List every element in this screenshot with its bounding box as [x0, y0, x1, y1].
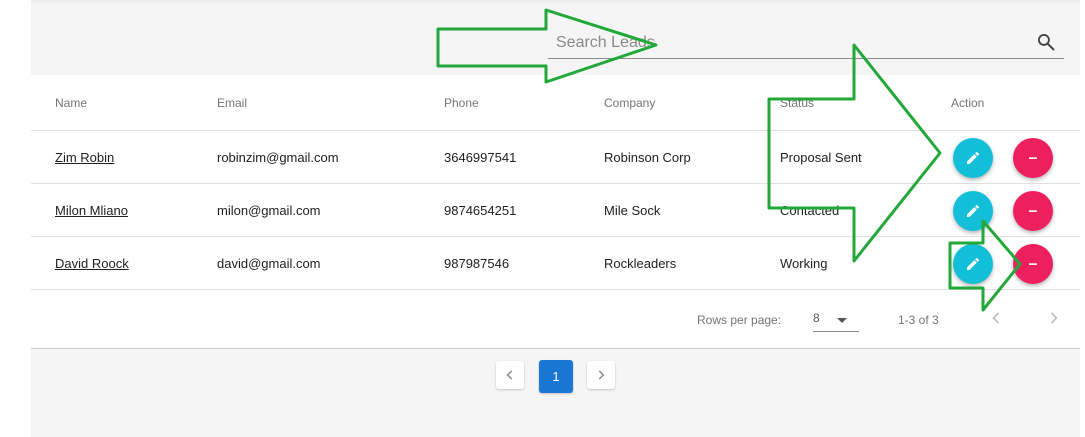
pagination-previous-button[interactable] [496, 361, 524, 389]
search-icon[interactable] [1036, 32, 1056, 52]
minus-icon [1029, 210, 1037, 212]
lead-phone: 987987546 [444, 256, 510, 271]
lead-phone: 9874654251 [444, 203, 517, 218]
column-header-status[interactable]: Status [780, 96, 814, 110]
search-input[interactable] [554, 30, 1018, 56]
previous-page-arrow-icon[interactable] [986, 308, 1006, 328]
lead-email: david@gmail.com [217, 256, 321, 271]
table-row: Zim Robin robinzim@gmail.com 3646997541 … [31, 131, 1080, 184]
pencil-icon [967, 151, 979, 164]
edit-button[interactable] [953, 244, 993, 284]
caret-down-icon [837, 318, 847, 323]
chevron-right-icon [598, 370, 605, 380]
lead-company: Rockleaders [604, 256, 677, 271]
column-header-email[interactable]: Email [217, 96, 247, 110]
rows-per-page-value: 8 [813, 311, 820, 325]
lead-name-link[interactable]: Milon Mliano [55, 203, 128, 218]
pagination-next-button[interactable] [587, 361, 615, 389]
left-sidebar-strip [0, 0, 32, 437]
search-bar [548, 24, 1064, 59]
table-row: David Roock david@gmail.com 987987546 Ro… [31, 237, 1080, 290]
edit-button[interactable] [953, 191, 993, 231]
delete-button[interactable] [1013, 138, 1053, 178]
table-row: Milon Mliano milon@gmail.com 9874654251 … [31, 184, 1080, 237]
rows-per-page-select[interactable]: 8 [813, 309, 859, 332]
page-range-text: 1-3 of 3 [898, 313, 939, 327]
lead-email: robinzim@gmail.com [217, 150, 339, 165]
table-pagination-footer: Rows per page: 8 1-3 of 3 [31, 290, 1080, 347]
lead-status: Contacted [780, 203, 840, 218]
column-header-action: Action [951, 96, 985, 110]
chevron-left-icon [506, 370, 513, 380]
delete-button[interactable] [1013, 191, 1053, 231]
pagination-page-button[interactable]: 1 [539, 360, 573, 393]
lead-status: Proposal Sent [780, 150, 862, 165]
column-header-name[interactable]: Name [55, 96, 87, 110]
pencil-icon [967, 204, 979, 217]
lead-status: Working [780, 256, 828, 271]
rows-per-page-label: Rows per page: [697, 313, 782, 327]
minus-icon [1029, 263, 1037, 265]
leads-table-card: Name Email Phone Company Status Action Z… [31, 75, 1080, 349]
lead-name-link[interactable]: Zim Robin [55, 150, 114, 165]
lead-phone: 3646997541 [444, 150, 517, 165]
table-header-row: Name Email Phone Company Status Action [31, 75, 1080, 131]
lead-name-link[interactable]: David Roock [55, 256, 129, 271]
top-shadow [31, 0, 1080, 4]
lead-email: milon@gmail.com [217, 203, 321, 218]
minus-icon [1029, 157, 1037, 159]
lead-company: Robinson Corp [604, 150, 691, 165]
delete-button[interactable] [1013, 244, 1053, 284]
lead-company: Mile Sock [604, 203, 661, 218]
column-header-company[interactable]: Company [604, 96, 655, 110]
next-page-arrow-icon[interactable] [1044, 308, 1064, 328]
right-edge [1080, 0, 1085, 437]
pencil-icon [967, 257, 979, 270]
edit-button[interactable] [953, 138, 993, 178]
column-header-phone[interactable]: Phone [444, 96, 479, 110]
